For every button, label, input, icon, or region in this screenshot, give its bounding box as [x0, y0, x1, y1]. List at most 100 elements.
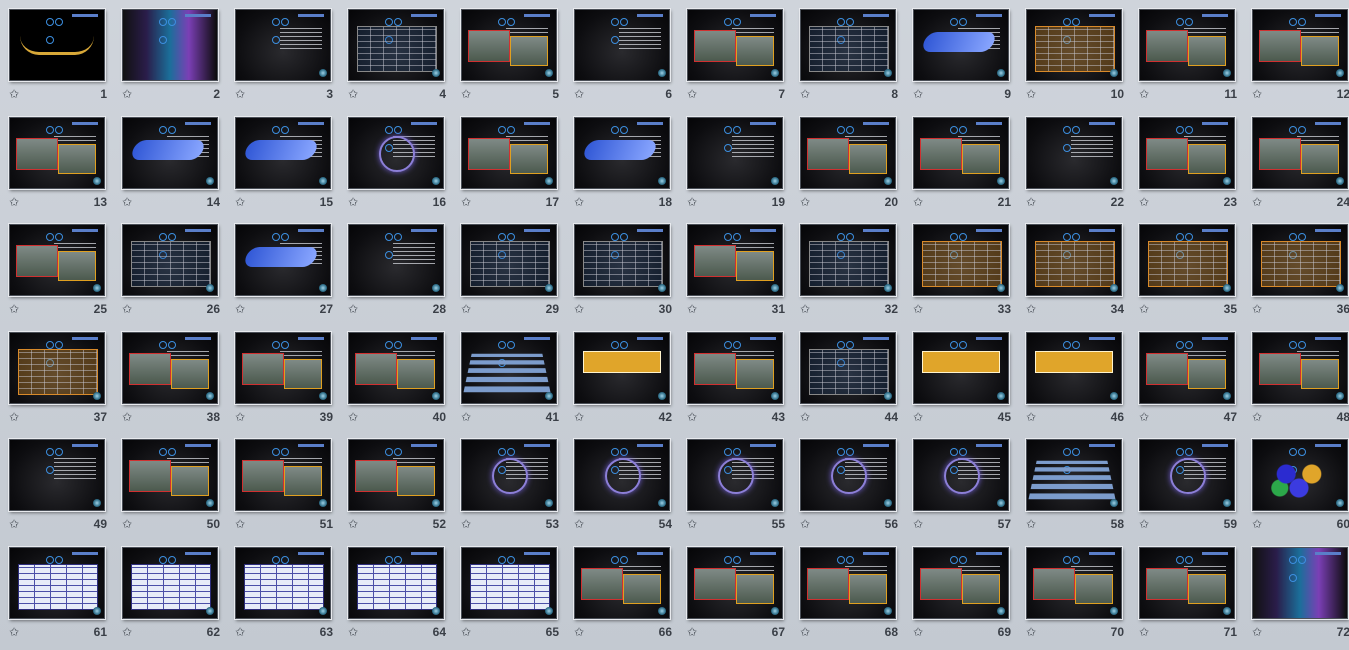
star-transition-icon[interactable]: ✩: [1252, 303, 1262, 315]
slide-thumbnail[interactable]: [687, 9, 783, 81]
slide-thumbnail[interactable]: [687, 116, 783, 189]
slide-cell[interactable]: ✩ 26: [115, 215, 228, 323]
slide-thumbnail[interactable]: [1139, 116, 1235, 189]
slide-cell[interactable]: ✩ 20: [793, 108, 906, 216]
star-transition-icon[interactable]: ✩: [1252, 411, 1262, 423]
slide-thumbnail[interactable]: [348, 9, 444, 81]
star-transition-icon[interactable]: ✩: [574, 626, 584, 638]
slide-cell[interactable]: ✩ 71: [1132, 538, 1245, 646]
slide-thumbnail[interactable]: [800, 224, 896, 296]
slide-cell[interactable]: ✩ 30: [567, 215, 680, 323]
slide-cell[interactable]: ✩ 16: [341, 108, 454, 216]
star-transition-icon[interactable]: ✩: [800, 303, 810, 315]
slide-thumbnail[interactable]: [348, 439, 444, 511]
star-transition-icon[interactable]: ✩: [913, 518, 923, 530]
slide-thumbnail[interactable]: [913, 439, 1009, 511]
slide-cell[interactable]: ✩ 53: [454, 430, 567, 538]
slide-cell[interactable]: ✩ 50: [115, 430, 228, 538]
slide-thumbnail[interactable]: [122, 116, 218, 189]
star-transition-icon[interactable]: ✩: [9, 626, 19, 638]
star-transition-icon[interactable]: ✩: [913, 303, 923, 315]
slide-thumbnail[interactable]: [800, 331, 896, 404]
slide-cell[interactable]: ✩ 18: [567, 108, 680, 216]
slide-thumbnail[interactable]: [687, 439, 783, 511]
slide-thumbnail[interactable]: [9, 546, 105, 619]
slide-thumbnail[interactable]: [122, 546, 218, 619]
star-transition-icon[interactable]: ✩: [348, 88, 358, 100]
star-transition-icon[interactable]: ✩: [9, 411, 19, 423]
star-transition-icon[interactable]: ✩: [461, 518, 471, 530]
slide-cell[interactable]: ✩ 28: [341, 215, 454, 323]
star-transition-icon[interactable]: ✩: [800, 88, 810, 100]
slide-thumbnail[interactable]: [235, 116, 331, 189]
star-transition-icon[interactable]: ✩: [687, 518, 697, 530]
star-transition-icon[interactable]: ✩: [122, 196, 132, 208]
star-transition-icon[interactable]: ✩: [1139, 88, 1149, 100]
slide-cell[interactable]: ✩ 46: [1019, 323, 1132, 431]
slide-cell[interactable]: ✩ 59: [1132, 430, 1245, 538]
slide-cell[interactable]: ✩ 72: [1245, 538, 1349, 646]
slide-cell[interactable]: ✩ 44: [793, 323, 906, 431]
slide-thumbnail[interactable]: [687, 224, 783, 296]
slide-thumbnail[interactable]: [235, 224, 331, 296]
slide-cell[interactable]: ✩ 65: [454, 538, 567, 646]
slide-thumbnail[interactable]: [574, 331, 670, 404]
slide-cell[interactable]: ✩ 23: [1132, 108, 1245, 216]
slide-cell[interactable]: ✩ 8: [793, 0, 906, 108]
slide-thumbnail[interactable]: [1026, 546, 1122, 619]
star-transition-icon[interactable]: ✩: [348, 196, 358, 208]
star-transition-icon[interactable]: ✩: [913, 411, 923, 423]
slide-thumbnail[interactable]: [574, 546, 670, 619]
slide-thumbnail[interactable]: [348, 224, 444, 296]
star-transition-icon[interactable]: ✩: [122, 411, 132, 423]
slide-cell[interactable]: ✩ 27: [228, 215, 341, 323]
star-transition-icon[interactable]: ✩: [461, 626, 471, 638]
star-transition-icon[interactable]: ✩: [235, 626, 245, 638]
slide-cell[interactable]: ✩ 40: [341, 323, 454, 431]
slide-cell[interactable]: ✩ 7: [680, 0, 793, 108]
star-transition-icon[interactable]: ✩: [122, 303, 132, 315]
star-transition-icon[interactable]: ✩: [687, 411, 697, 423]
star-transition-icon[interactable]: ✩: [1026, 518, 1036, 530]
slide-thumbnail[interactable]: [574, 439, 670, 511]
slide-cell[interactable]: ✩ 41: [454, 323, 567, 431]
slide-thumbnail[interactable]: [1026, 331, 1122, 404]
star-transition-icon[interactable]: ✩: [687, 626, 697, 638]
slide-cell[interactable]: ✩ 38: [115, 323, 228, 431]
slide-cell[interactable]: ✩ 58: [1019, 430, 1132, 538]
slide-thumbnail[interactable]: [574, 116, 670, 189]
slide-cell[interactable]: ✩ 42: [567, 323, 680, 431]
slide-thumbnail[interactable]: [122, 224, 218, 296]
slide-thumbnail[interactable]: [461, 331, 557, 404]
star-transition-icon[interactable]: ✩: [348, 626, 358, 638]
star-transition-icon[interactable]: ✩: [574, 88, 584, 100]
slide-cell[interactable]: ✩ 70: [1019, 538, 1132, 646]
slide-cell[interactable]: ✩ 10: [1019, 0, 1132, 108]
star-transition-icon[interactable]: ✩: [574, 196, 584, 208]
slide-cell[interactable]: ✩ 68: [793, 538, 906, 646]
slide-cell[interactable]: ✩ 25: [2, 215, 115, 323]
slide-thumbnail[interactable]: [9, 224, 105, 296]
slide-cell[interactable]: ✩ 2: [115, 0, 228, 108]
slide-cell[interactable]: ✩ 1: [2, 0, 115, 108]
star-transition-icon[interactable]: ✩: [687, 196, 697, 208]
star-transition-icon[interactable]: ✩: [1139, 626, 1149, 638]
slide-thumbnail[interactable]: [1252, 439, 1348, 511]
star-transition-icon[interactable]: ✩: [800, 196, 810, 208]
slide-cell[interactable]: ✩ 48: [1245, 323, 1349, 431]
star-transition-icon[interactable]: ✩: [122, 88, 132, 100]
slide-cell[interactable]: ✩ 54: [567, 430, 680, 538]
slide-cell[interactable]: ✩ 35: [1132, 215, 1245, 323]
slide-thumbnail[interactable]: [913, 331, 1009, 404]
star-transition-icon[interactable]: ✩: [9, 518, 19, 530]
star-transition-icon[interactable]: ✩: [574, 303, 584, 315]
slide-thumbnail[interactable]: [1252, 546, 1348, 619]
star-transition-icon[interactable]: ✩: [235, 518, 245, 530]
star-transition-icon[interactable]: ✩: [574, 411, 584, 423]
slide-thumbnail[interactable]: [574, 9, 670, 81]
slide-thumbnail[interactable]: [913, 9, 1009, 81]
slide-cell[interactable]: ✩ 66: [567, 538, 680, 646]
slide-thumbnail[interactable]: [122, 9, 218, 81]
slide-thumbnail[interactable]: [687, 546, 783, 619]
star-transition-icon[interactable]: ✩: [9, 196, 19, 208]
